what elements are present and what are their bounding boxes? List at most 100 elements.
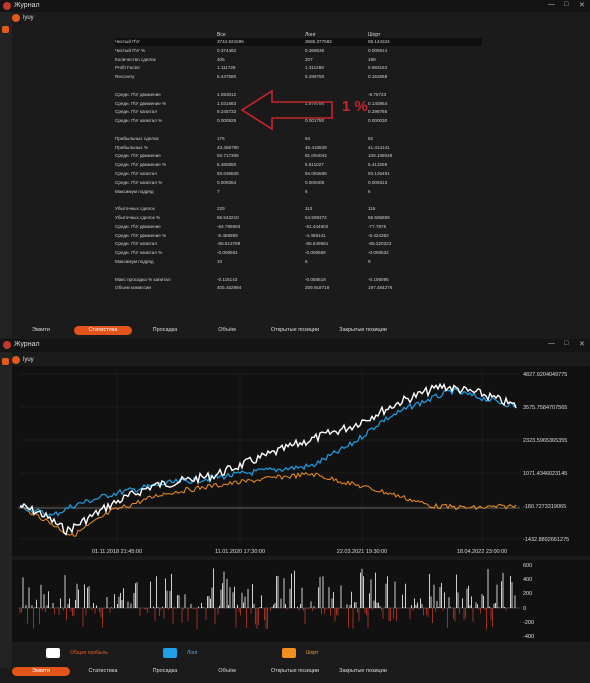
stats-cell: 54.589372	[305, 215, 327, 220]
y-tick-label: 4827.9204049775	[523, 372, 567, 378]
stats-row: Средн. П\У движение -64.789693 -51.444602 -…	[115, 223, 482, 231]
bottom-tabs-top: Эквити Статистика Просадка Объём Открытые по…	[0, 326, 590, 336]
tab-0[interactable]: Эквити	[12, 667, 70, 676]
stats-row: Чистый П\У 3744.521596 3685.377582 59.14432…	[115, 38, 482, 46]
stats-cell: 0.009364	[217, 179, 237, 185]
chart-background	[12, 366, 590, 556]
stats-row-label: Максимум подряд	[115, 188, 154, 194]
tab-1[interactable]: Статистика	[74, 326, 132, 335]
stats-row-label: Прибыльных сделок	[115, 135, 159, 141]
volume-tick-label: 200	[523, 591, 532, 597]
tab-3[interactable]: Объём	[198, 667, 256, 676]
stats-row-label: Средн. П\У капитал	[115, 171, 157, 176]
title-bar-2: Журнал — □ ✕	[0, 339, 590, 352]
stats-row-label: Макс просадка % капитал	[115, 276, 171, 282]
stats-row-label: Средн. П\У капитал %	[115, 250, 163, 256]
stats-row: Средн. П\У движение 93.717306 81.094043 108…	[115, 152, 482, 160]
stats-cell: 116	[368, 206, 376, 212]
stats-row: Объем комиссии 405.452994 209.918718 197.48…	[115, 284, 482, 292]
x-tick-label: 11.01.2020 17:30:00	[215, 549, 265, 555]
stats-cell: -65.649681	[305, 241, 329, 247]
stats-cell: -51.444602	[305, 223, 329, 229]
stats-cell: -65.320223	[368, 241, 392, 247]
stats-cell: 93.636826	[217, 171, 239, 176]
stats-cell: -0.106095	[368, 276, 389, 282]
stats-cell: -0.006568	[305, 250, 326, 256]
tab-4[interactable]: Открытые позиции	[258, 326, 332, 335]
stats-cell: 207	[305, 56, 313, 62]
bottom-tabs: Эквити Статистика Просадка Объём Открытые по…	[0, 667, 590, 677]
tab-4[interactable]: Открытые позиции	[258, 667, 332, 676]
sidebar-tool-icon[interactable]	[2, 26, 9, 33]
stats-row: Количество сделок 405 207 198	[115, 56, 482, 64]
stats-row: Средн. П\У капитал -65.613789 -65.649681 -6…	[115, 240, 482, 248]
stats-cell: 405	[217, 56, 225, 62]
stats-cell: -64.789693	[217, 223, 241, 229]
stats-cell: 6	[305, 259, 308, 264]
stats-row: Убыточных сделок % 56.543210 54.589372 58.5…	[115, 214, 482, 222]
stats-cell: 1.311289	[305, 65, 324, 71]
stats-row-label: Средн. П\У движение	[115, 153, 161, 159]
close-icon-2[interactable]: ✕	[579, 340, 585, 348]
tab-2[interactable]: Просадка	[136, 667, 194, 676]
stats-cell: 1.031683	[217, 100, 237, 106]
tab-1[interactable]: Статистика	[74, 667, 132, 676]
chart-legend: Общая прибыль Лонг Шорт	[0, 648, 590, 660]
tab-3[interactable]: Объём	[198, 326, 256, 335]
stats-cell: 6	[305, 188, 308, 194]
stats-cell: 41.414141	[368, 144, 390, 150]
equity-chart[interactable]: 4827.9204049775 3575.7584707565 2323.59653…	[12, 366, 590, 556]
stats-row	[115, 267, 482, 275]
legend-swatch	[163, 648, 177, 658]
stats-row-label: Средн. П\У капитал	[115, 109, 157, 115]
app-logo-icon	[3, 2, 11, 10]
y-tick-label: 1071.4346023145	[523, 471, 567, 477]
stats-cell: 56.543210	[217, 215, 239, 220]
stats-cell: 5.465850	[217, 162, 237, 168]
stats-cell: 0.005914	[368, 47, 388, 53]
y-tick-label: -1432.8892661275	[523, 537, 569, 543]
stats-cell: 113	[305, 206, 313, 212]
strategy-tab[interactable]: lyuy	[12, 13, 112, 23]
volume-tick-label: -400	[523, 634, 534, 640]
minimize-icon-2[interactable]: —	[548, 340, 555, 347]
close-icon[interactable]: ✕	[579, 1, 585, 9]
minimize-icon[interactable]: —	[548, 1, 555, 8]
stats-cell: 3744.521596	[217, 39, 244, 44]
legend-label: Лонг	[187, 650, 198, 656]
stats-cell: 0.983163	[368, 65, 388, 71]
stats-cell: 3685.377582	[305, 39, 332, 44]
stats-cell: 82	[368, 135, 374, 141]
stats-cell: 0.009313	[368, 179, 388, 185]
sidebar-tool-icon-2[interactable]	[2, 358, 9, 365]
stats-cell: 5.413259	[368, 162, 388, 168]
strategy-tab-2[interactable]: lyuy	[12, 355, 112, 365]
stats-row-label: Средн. П\У движение %	[115, 100, 167, 106]
maximize-icon-2[interactable]: □	[564, 340, 568, 347]
left-sidebar-2	[0, 352, 12, 668]
stats-row-label: Средн. П\У движение %	[115, 162, 167, 168]
tab-5[interactable]: Закрытые позиции	[326, 326, 400, 335]
strategy-icon-2	[12, 356, 20, 364]
volume-chart[interactable]: 600 400 200 0 -200 -400	[12, 560, 590, 642]
title-bar: Журнал — □ ✕	[0, 0, 590, 12]
stats-cell: 405.452994	[217, 285, 242, 291]
stats-row: Прибыльных % 43.456790 45.410628 41.414141	[115, 144, 482, 152]
stats-row-label: Profit Factor	[115, 65, 141, 71]
y-tick-label: 2323.5965365355	[523, 438, 567, 444]
tab-2[interactable]: Просадка	[136, 326, 194, 335]
stats-cell: 6	[368, 188, 371, 194]
stats-cell: 94	[305, 135, 311, 141]
stats-row: Средн. П\У капитал % -0.006561 -0.006568 -0…	[115, 249, 482, 257]
stats-cell: 5.511027	[305, 162, 324, 168]
legend-swatch	[46, 648, 60, 658]
tab-0[interactable]: Эквити	[12, 326, 70, 335]
stats-cell: 59.144324	[368, 39, 390, 44]
stats-cell: -6.424362	[368, 232, 389, 238]
stats-row: Recovery 5.447580 5.286760 0.152868	[115, 73, 482, 81]
volume-tick-label: -200	[523, 620, 534, 626]
tab-5[interactable]: Закрытые позиции	[326, 667, 400, 676]
stats-row-label: Убыточных сделок %	[115, 215, 161, 220]
maximize-icon[interactable]: □	[564, 1, 568, 8]
stats-row-label: Количество сделок	[115, 56, 156, 62]
